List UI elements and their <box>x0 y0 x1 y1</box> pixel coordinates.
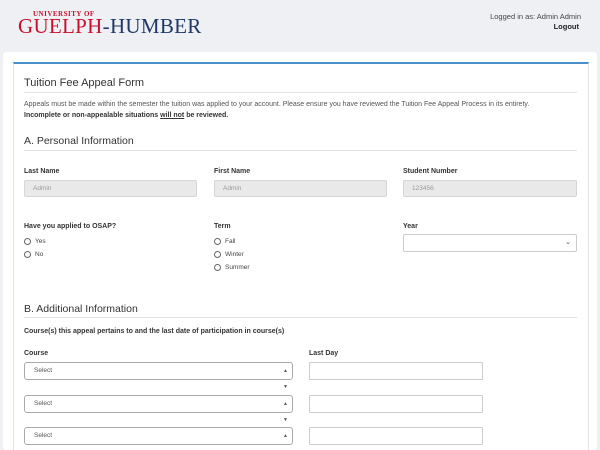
caret-icon: ▲▼ <box>283 368 288 390</box>
term-summer-label: Summer <box>225 264 250 271</box>
course-select-3[interactable]: Select ▲▼ <box>24 427 293 450</box>
osap-label: Have you applied to OSAP? <box>24 223 117 230</box>
appeal-form-card: Tuition Fee Appeal Form Appeals must be … <box>13 62 589 450</box>
site-header: UNIVERSITY OF GUELPH-HUMBER Logged in as… <box>0 0 600 48</box>
course-select-1[interactable]: Select ▲ ▼ <box>24 362 293 390</box>
year-label: Year <box>403 223 418 230</box>
intro-text: Appeals must be made within the semester… <box>24 101 530 108</box>
logo-text-guelph: GUELPH <box>18 14 103 38</box>
form-title: Tuition Fee Appeal Form <box>24 77 145 89</box>
term-fall-label: Fall <box>225 238 236 245</box>
first-name-label: First Name <box>214 168 251 175</box>
student-number-field[interactable]: 123456 <box>403 180 577 197</box>
radio-circle[interactable] <box>214 238 221 245</box>
radio-circle[interactable] <box>214 251 221 258</box>
chevron-down-icon: ⌄ <box>565 239 571 246</box>
student-number-label: Student Number <box>403 168 458 175</box>
last-name-label: Last Name <box>24 168 60 175</box>
last-day-input-3[interactable] <box>309 427 483 445</box>
title-divider <box>24 92 577 93</box>
guelph-humber-logo[interactable]: GUELPH-HUMBER <box>18 14 202 39</box>
term-winter-radio[interactable]: Winter <box>214 251 244 258</box>
term-fall-radio[interactable]: Fall <box>214 238 235 245</box>
last-day-input-1[interactable] <box>309 362 483 380</box>
term-winter-label: Winter <box>225 251 244 258</box>
last-name-field[interactable]: Admin <box>24 180 197 197</box>
year-select[interactable]: ⌄ <box>403 234 577 252</box>
section-additional-heading: B. Additional Information <box>24 303 138 315</box>
additional-divider <box>24 317 577 318</box>
course-select-3-value: Select <box>34 432 53 439</box>
logout-link[interactable]: Logout <box>554 22 579 31</box>
radio-circle[interactable] <box>214 264 221 271</box>
radio-circle[interactable] <box>24 251 31 258</box>
osap-yes-label: Yes <box>35 238 46 245</box>
first-name-field[interactable]: Admin <box>214 180 387 197</box>
radio-circle[interactable] <box>24 238 31 245</box>
osap-yes-radio[interactable]: Yes <box>24 238 46 245</box>
warning-pre: Incomplete or non-appealable situations <box>24 112 161 119</box>
last-day-input-2[interactable] <box>309 395 483 413</box>
personal-divider <box>24 150 577 151</box>
warning-text: Incomplete or non-appealable situations … <box>24 112 228 119</box>
last-day-label: Last Day <box>309 350 339 357</box>
courses-caption: Course(s) this appeal pertains to and th… <box>24 328 285 335</box>
logo-text-humber: HUMBER <box>109 14 202 38</box>
main-panel: Tuition Fee Appeal Form Appeals must be … <box>3 52 597 450</box>
logged-in-user: Logged in as: Admin Admin <box>490 12 581 21</box>
course-select-2-value: Select <box>34 400 53 407</box>
logo-text-dash: - <box>102 14 110 38</box>
caret-icon: ▲▼ <box>283 401 288 423</box>
term-label: Term <box>214 223 231 230</box>
osap-no-label: No <box>35 251 44 258</box>
warning-underline: will not <box>160 112 185 119</box>
course-select-2[interactable]: Select ▲ ▼ <box>24 395 293 423</box>
course-select-1-value: Select <box>34 367 53 374</box>
warning-post: be reviewed. <box>184 112 229 119</box>
section-personal-heading: A. Personal Information <box>24 135 134 147</box>
caret-icon: ▲▼ <box>283 433 288 450</box>
course-label: Course <box>24 350 49 357</box>
osap-no-radio[interactable]: No <box>24 251 43 258</box>
term-summer-radio[interactable]: Summer <box>214 264 250 271</box>
